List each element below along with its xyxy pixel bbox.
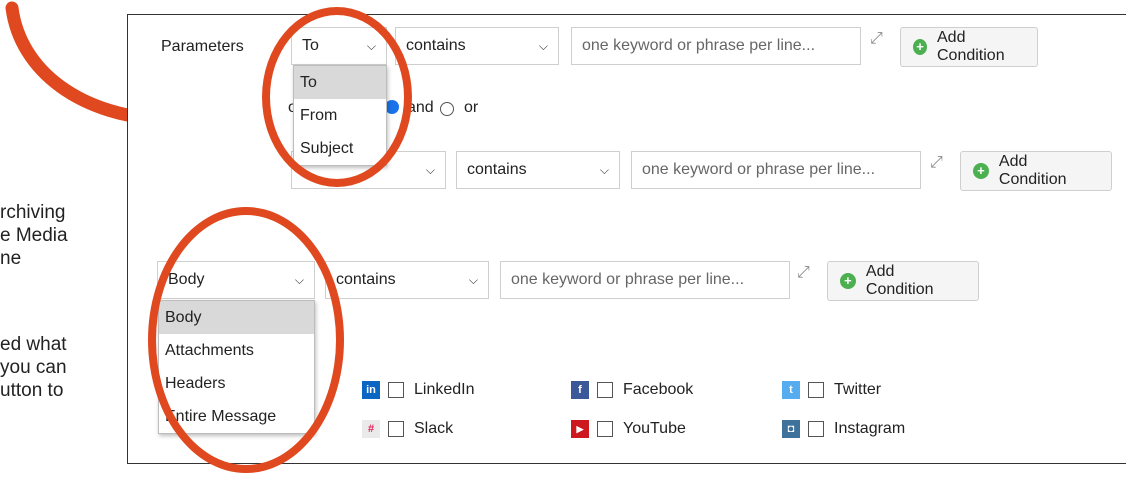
side-text-line-3: ne <box>0 248 22 269</box>
linkedin-icon: in <box>362 381 380 399</box>
instagram-checkbox[interactable] <box>808 421 824 437</box>
operator-select-row3[interactable]: contains ⌵ <box>325 261 489 299</box>
expand-icon[interactable]: ⤢ <box>930 154 943 172</box>
add-condition-button-row3[interactable]: + Add Condition <box>827 261 979 301</box>
facebook-checkbox[interactable] <box>597 382 613 398</box>
plus-circle-icon: + <box>973 163 989 179</box>
or-label: or <box>464 99 479 116</box>
add-condition-label: Add Condition <box>865 263 934 298</box>
chevron-down-icon: ⌵ <box>468 272 478 287</box>
youtube-icon: ▶ <box>571 420 589 438</box>
social-twitter[interactable]: t Twitter <box>782 381 881 399</box>
add-condition-label: Add Condition <box>998 153 1067 188</box>
plus-circle-icon: + <box>840 273 856 289</box>
side-text-line-1: rchiving <box>0 202 66 223</box>
highlight-oval-body-menu <box>148 207 344 473</box>
social-youtube[interactable]: ▶ YouTube <box>571 420 686 438</box>
side-text-line-6: utton to <box>0 380 64 401</box>
operator-select-row2[interactable]: contains ⌵ <box>456 151 620 189</box>
social-label: Twitter <box>834 381 882 398</box>
add-condition-label: Add Condition <box>937 29 1005 64</box>
linkedin-checkbox[interactable] <box>388 382 404 398</box>
social-instagram[interactable]: ◘ Instagram <box>782 420 905 438</box>
chevron-down-icon: ⌵ <box>599 162 609 177</box>
operator-select-value: contains <box>336 271 396 288</box>
keyword-input-row2[interactable] <box>631 151 921 189</box>
chevron-down-icon: ⌵ <box>538 38 548 53</box>
social-label: Instagram <box>834 420 906 437</box>
keyword-input-row1[interactable] <box>571 27 861 65</box>
plus-circle-icon: + <box>913 39 927 55</box>
side-text-line-4: ed what <box>0 334 67 355</box>
social-label: Slack <box>414 420 454 437</box>
side-text-line-5: you can <box>0 357 67 378</box>
add-condition-button-row1[interactable]: + Add Condition <box>900 27 1038 67</box>
social-label: Facebook <box>623 381 694 398</box>
twitter-icon: t <box>782 381 800 399</box>
side-text-line-2: e Media <box>0 225 68 246</box>
operator-select-value: contains <box>406 37 466 54</box>
twitter-checkbox[interactable] <box>808 382 824 398</box>
social-linkedin[interactable]: in LinkedIn <box>362 381 475 399</box>
slack-checkbox[interactable] <box>388 421 404 437</box>
expand-icon[interactable]: ⤢ <box>870 30 883 48</box>
social-label: YouTube <box>623 420 686 437</box>
expand-icon[interactable]: ⤢ <box>797 264 810 282</box>
operator-select-row1[interactable]: contains ⌵ <box>395 27 559 65</box>
or-radio[interactable] <box>440 100 454 118</box>
social-facebook[interactable]: f Facebook <box>571 381 693 399</box>
highlight-oval-field-menu <box>262 7 412 187</box>
chevron-down-icon: ⌵ <box>425 162 435 177</box>
social-label: LinkedIn <box>414 381 475 398</box>
youtube-checkbox[interactable] <box>597 421 613 437</box>
parameters-label: Parameters <box>161 38 244 55</box>
social-slack[interactable]: # Slack <box>362 420 453 438</box>
slack-icon: # <box>362 420 380 438</box>
keyword-input-row3[interactable] <box>500 261 790 299</box>
operator-select-value: contains <box>467 161 527 178</box>
facebook-icon: f <box>571 381 589 399</box>
instagram-icon: ◘ <box>782 420 800 438</box>
add-condition-button-row2[interactable]: + Add Condition <box>960 151 1112 191</box>
